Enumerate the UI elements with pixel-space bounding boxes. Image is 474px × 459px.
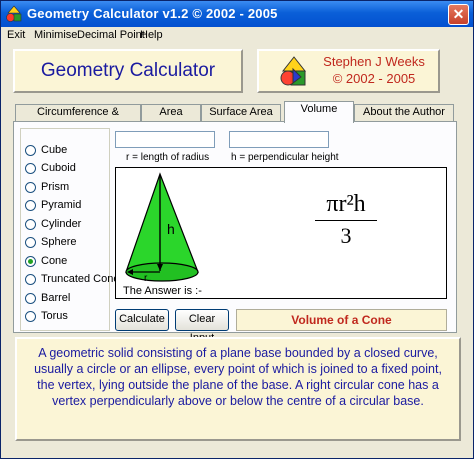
- menu-help[interactable]: Help: [140, 29, 163, 41]
- height-caption: h = perpendicular height: [231, 152, 339, 163]
- shapes-icon: [6, 5, 22, 22]
- radio-label: Truncated Cone: [41, 273, 120, 285]
- radio-label: Cube: [41, 144, 68, 156]
- result-title: Volume of a Cone: [236, 309, 447, 331]
- menu-minimise[interactable]: Minimise: [34, 29, 77, 41]
- shape-description: A geometric solid consisting of a plane …: [15, 337, 461, 441]
- diagram-display: h r The Answer is :- πr²h 3: [115, 167, 447, 299]
- radio-circle[interactable]: [25, 311, 36, 322]
- title-bar[interactable]: Geometry Calculator v1.2 © 2002 - 2005 ✕: [1, 1, 473, 27]
- tab-area[interactable]: Area: [141, 104, 201, 121]
- window-title: Geometry Calculator v1.2 © 2002 - 2005: [27, 6, 278, 21]
- clear-input-button[interactable]: Clear Input: [175, 309, 229, 344]
- radio-circle[interactable]: [25, 293, 36, 304]
- height-label: h: [167, 221, 175, 237]
- radius-caption: r = length of radius: [126, 152, 210, 163]
- shapes-logo-icon: [280, 56, 307, 86]
- radio-label: Cuboid: [41, 162, 76, 174]
- radio-label: Barrel: [41, 292, 71, 304]
- menu-decimal-point[interactable]: Decimal Point: [77, 29, 145, 41]
- tab-surface-area[interactable]: Surface Area: [201, 104, 281, 121]
- author-panel: Stephen J Weeks © 2002 - 2005: [257, 49, 440, 93]
- radio-label: Pyramid: [41, 199, 82, 211]
- menu-bar: Exit Minimise Decimal Point Help: [1, 27, 473, 45]
- volume-formula: πr²h 3: [311, 190, 381, 249]
- radio-circle[interactable]: [25, 163, 36, 174]
- formula-numerator: πr²h: [326, 191, 366, 217]
- radio-label: Prism: [41, 181, 70, 193]
- cone-diagram: h r: [125, 172, 199, 284]
- height-input[interactable]: [229, 131, 329, 148]
- app-window: Geometry Calculator v1.2 © 2002 - 2005 ✕…: [0, 0, 474, 459]
- app-title: Geometry Calculator: [40, 60, 216, 81]
- radio-circle[interactable]: [25, 237, 36, 248]
- radio-label: Sphere: [41, 236, 77, 248]
- radius-input[interactable]: [115, 131, 215, 148]
- calculate-button[interactable]: Calculate: [115, 309, 169, 331]
- answer-label: The Answer is :-: [123, 285, 202, 297]
- radio-label: Cylinder: [41, 218, 82, 230]
- tab-volume[interactable]: Volume: [284, 101, 354, 123]
- radio-label: Torus: [41, 310, 68, 322]
- radio-label: Cone: [41, 255, 68, 267]
- tab-circumference-diameter[interactable]: Circumference & Diameter: [15, 104, 141, 133]
- radio-circle[interactable]: [25, 219, 36, 230]
- menu-exit[interactable]: Exit: [7, 29, 25, 41]
- formula-denominator: 3: [340, 223, 352, 248]
- close-icon: ✕: [452, 6, 465, 22]
- radio-circle[interactable]: [25, 200, 36, 211]
- radio-circle[interactable]: [25, 182, 36, 193]
- author-years: © 2002 - 2005: [332, 71, 416, 86]
- app-title-panel: Geometry Calculator: [13, 49, 243, 93]
- fraction-bar: [315, 220, 377, 221]
- radio-circle[interactable]: [25, 274, 36, 285]
- author-name: Stephen J Weeks: [323, 54, 425, 69]
- cone-body: [125, 172, 199, 273]
- radio-circle-checked[interactable]: [25, 256, 36, 267]
- close-button[interactable]: ✕: [448, 4, 469, 25]
- radio-circle[interactable]: [25, 145, 36, 156]
- tab-about-author[interactable]: About the Author: [354, 104, 454, 121]
- shape-radio-group: Cube Cuboid Prism Pyramid Cylinder Spher…: [20, 128, 119, 331]
